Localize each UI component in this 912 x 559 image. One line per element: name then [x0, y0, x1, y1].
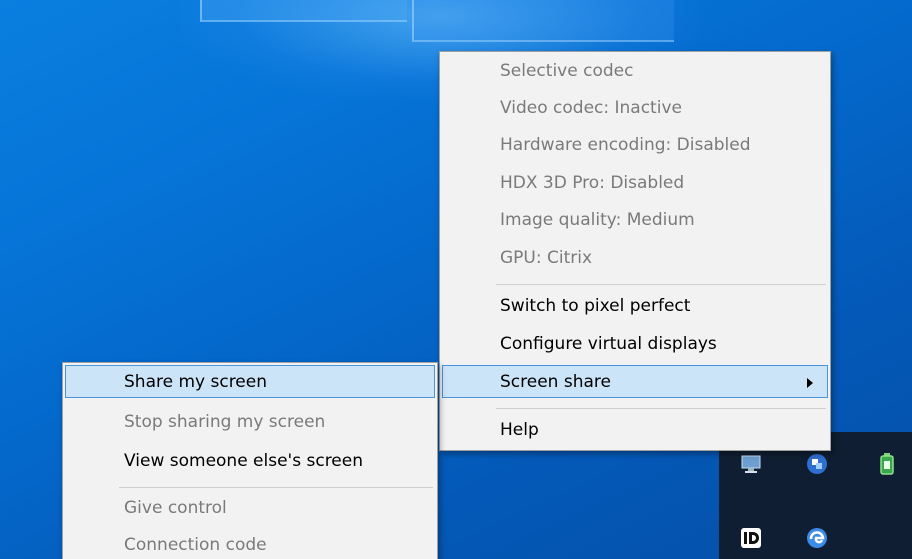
menu-separator: [496, 408, 826, 409]
submenu-item-give-control: Give control: [65, 492, 435, 525]
menu-separator: [496, 284, 826, 285]
connection-icon[interactable]: [805, 452, 829, 476]
battery-icon[interactable]: [875, 452, 899, 476]
menu-item-label: Image quality: Medium: [500, 210, 695, 230]
menu-item-label: Stop sharing my screen: [124, 412, 326, 432]
wallpaper-window-pane: [412, 0, 674, 42]
system-tray-overflow: [719, 432, 912, 559]
menu-item-label: GPU: Citrix: [500, 248, 593, 268]
id-app-icon[interactable]: [739, 526, 763, 550]
menu-item-label: Configure virtual displays: [500, 334, 717, 354]
menu-item-hardware-encoding: Hardware encoding: Disabled: [442, 129, 828, 162]
menu-item-screen-share[interactable]: Screen share: [442, 365, 828, 398]
menu-item-hdx-3d-pro: HDX 3D Pro: Disabled: [442, 167, 828, 200]
menu-item-label: Hardware encoding: Disabled: [500, 135, 751, 155]
edge-icon[interactable]: [805, 526, 829, 550]
menu-item-selective-codec: Selective codec: [442, 55, 828, 88]
menu-item-switch-pixel-perfect[interactable]: Switch to pixel perfect: [442, 290, 828, 323]
menu-item-label: Give control: [124, 498, 227, 518]
menu-item-help[interactable]: Help: [442, 414, 828, 447]
menu-item-label: View someone else's screen: [124, 451, 364, 471]
monitor-icon[interactable]: [739, 452, 763, 476]
desktop-background: Selective codec Video codec: Inactive Ha…: [0, 0, 912, 559]
submenu-item-view-someone-else[interactable]: View someone else's screen: [65, 445, 435, 478]
menu-item-configure-virtual-displays[interactable]: Configure virtual displays: [442, 328, 828, 361]
menu-item-label: Help: [500, 420, 539, 440]
menu-item-label: Connection code: [124, 535, 267, 555]
menu-item-label: Switch to pixel perfect: [500, 296, 691, 316]
menu-item-video-codec: Video codec: Inactive: [442, 92, 828, 125]
menu-item-label: Video codec: Inactive: [500, 98, 682, 118]
menu-item-label: Screen share: [500, 372, 611, 392]
menu-item-image-quality: Image quality: Medium: [442, 204, 828, 237]
menu-item-label: Share my screen: [124, 372, 267, 392]
submenu-item-stop-sharing: Stop sharing my screen: [65, 406, 435, 439]
menu-separator: [119, 487, 433, 488]
menu-item-label: Selective codec: [500, 61, 634, 81]
screen-share-submenu: Share my screen Stop sharing my screen V…: [62, 362, 438, 559]
submenu-item-share-my-screen[interactable]: Share my screen: [65, 365, 435, 398]
submenu-item-connection-code: Connection code: [65, 529, 435, 559]
submenu-arrow-icon: [807, 378, 813, 388]
menu-item-gpu: GPU: Citrix: [442, 242, 828, 275]
main-context-menu: Selective codec Video codec: Inactive Ha…: [439, 51, 831, 451]
wallpaper-window-pane: [200, 0, 407, 22]
menu-item-label: HDX 3D Pro: Disabled: [500, 173, 685, 193]
